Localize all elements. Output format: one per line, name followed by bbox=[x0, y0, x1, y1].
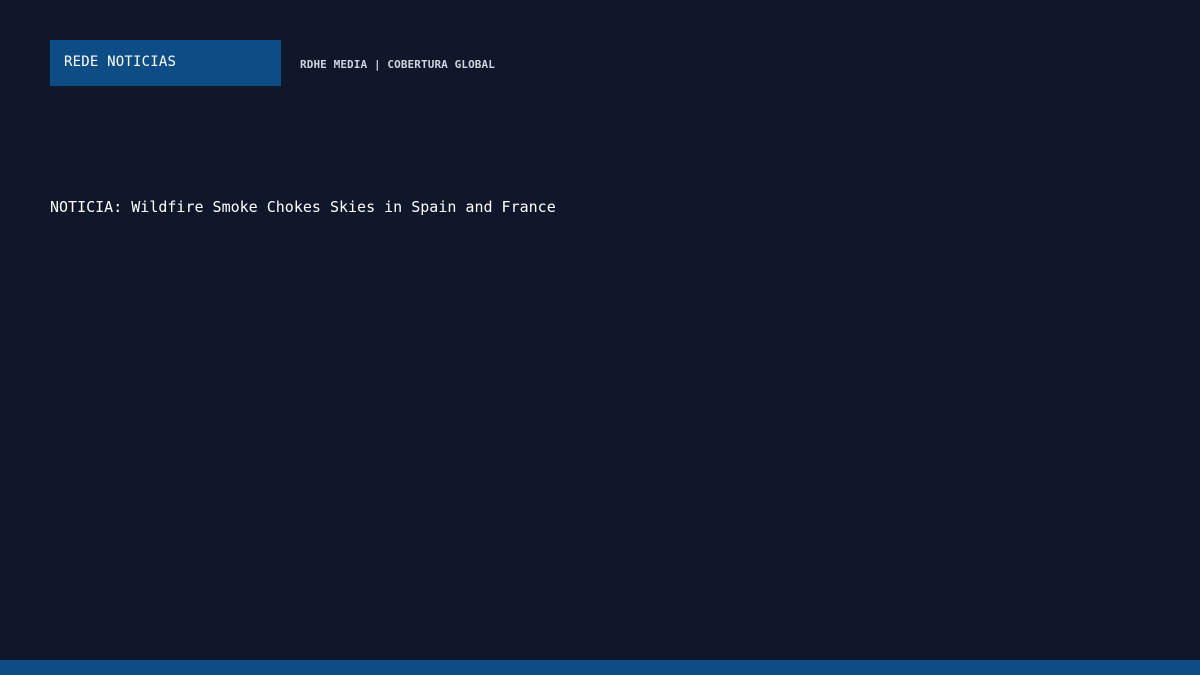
brand-tagline: RDHE MEDIA | COBERTURA GLOBAL bbox=[300, 58, 495, 71]
brand-name: REDE NOTICIAS bbox=[64, 54, 177, 70]
news-headline: NOTICIA: Wildfire Smoke Chokes Skies in … bbox=[50, 198, 556, 216]
brand-logo-box: REDE NOTICIAS bbox=[50, 40, 281, 86]
bottom-accent-bar bbox=[0, 660, 1200, 675]
